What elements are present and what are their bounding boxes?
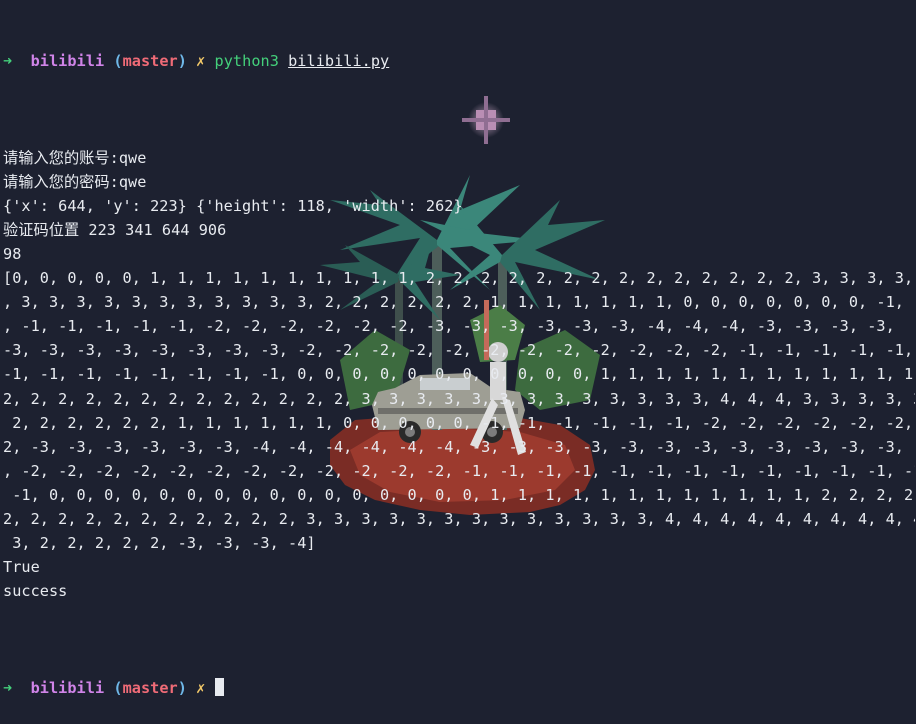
output-line: 验证码位置 223 341 644 906 xyxy=(3,220,227,239)
current-prompt-line[interactable]: ➜ bilibili (master) ✗ xyxy=(3,676,915,700)
output-line: {'x': 644, 'y': 223} {'height': 118, 'wi… xyxy=(3,196,463,215)
output-line: 3, 2, 2, 2, 2, 2, -3, -3, -3, -4] xyxy=(3,534,316,553)
prompt-arrow-icon: ➜ xyxy=(3,678,13,697)
output-line: [0, 0, 0, 0, 0, 1, 1, 1, 1, 1, 1, 1, 1, … xyxy=(3,269,915,288)
output-line: 2, -3, -3, -3, -3, -3, -3, -4, -4, -4, -… xyxy=(3,437,915,456)
output-line: 2, 2, 2, 2, 2, 2, 2, 2, 2, 2, 2, 3, 3, 3… xyxy=(3,509,915,528)
prompt-arrow-icon: ➜ xyxy=(3,52,13,71)
output-line: -3, -3, -3, -3, -3, -3, -3, -3, -2, -2, … xyxy=(3,341,914,360)
prompt-branch-open: ( xyxy=(113,52,123,71)
text-cursor[interactable] xyxy=(214,677,224,696)
output-line: , 3, 3, 3, 3, 3, 3, 3, 3, 3, 3, 3, 2, 2,… xyxy=(3,293,915,312)
prompt-directory: bilibili xyxy=(30,52,105,71)
prompt-dirty-icon: ✗ xyxy=(196,678,206,697)
output-line: 2, 2, 2, 2, 2, 2, 2, 2, 2, 2, 2, 2, 2, 3… xyxy=(3,389,915,408)
prompt-dirty-icon: ✗ xyxy=(196,52,206,71)
prompt-branch-open: ( xyxy=(113,678,123,697)
output-line: True xyxy=(3,558,40,577)
output-line: -1, 0, 0, 0, 0, 0, 0, 0, 0, 0, 0, 0, 0, … xyxy=(3,485,915,504)
prompt-line: ➜ bilibili (master) ✗ python3 bilibili.p… xyxy=(3,49,915,73)
output-lines: 请输入您的账号:qwe 请输入您的密码:qwe {'x': 644, 'y': 22… xyxy=(3,146,915,604)
prompt-branch-close: ) xyxy=(177,678,187,697)
output-line: 请输入您的密码:qwe xyxy=(3,172,147,191)
terminal-output: ➜ bilibili (master) ✗ python3 bilibili.p… xyxy=(3,1,915,724)
prompt-directory: bilibili xyxy=(30,678,105,697)
output-line: 98 xyxy=(3,244,22,263)
output-line: success xyxy=(3,582,68,601)
output-line: , -2, -2, -2, -2, -2, -2, -2, -2, -2, -2… xyxy=(3,461,915,480)
command-name: python3 xyxy=(214,52,279,71)
output-line: , -1, -1, -1, -1, -1, -2, -2, -2, -2, -2… xyxy=(3,317,895,336)
prompt-branch: master xyxy=(122,52,178,71)
output-line: -1, -1, -1, -1, -1, -1, -1, -1, 0, 0, 0,… xyxy=(3,365,915,384)
prompt-branch: master xyxy=(122,678,178,697)
output-line: 请输入您的账号:qwe xyxy=(3,148,147,167)
command-argument: bilibili.py xyxy=(288,52,390,71)
prompt-branch-close: ) xyxy=(177,52,187,71)
output-line: 2, 2, 2, 2, 2, 2, 1, 1, 1, 1, 1, 1, 0, 0… xyxy=(3,413,915,432)
